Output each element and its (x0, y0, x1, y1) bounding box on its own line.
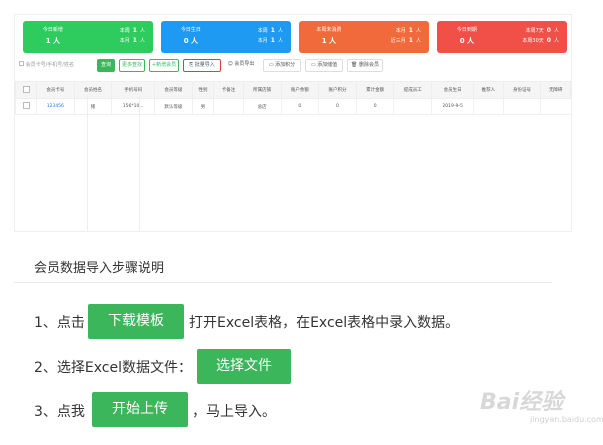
query-button[interactable]: 查询 (97, 59, 115, 72)
card-value: 0 人 (459, 37, 475, 45)
step1-suffix: 打开Excel表格，在Excel表格中录入数据。 (189, 315, 460, 331)
advanced-search-button[interactable]: 更多查找 (119, 59, 145, 72)
stat-card: 今日生日 0 人 本周 1 人本月 1 人 (161, 21, 291, 53)
table-cell: 猪 (73, 98, 112, 115)
card-value: 1 人 (45, 37, 61, 45)
card-label: 今日到期 (456, 27, 477, 33)
table-cell: 默认等级 (154, 98, 193, 115)
column-header[interactable]: 累计金额 (355, 81, 395, 99)
card-label: 今日生日 (180, 27, 201, 33)
card-label: 本周未消费 (316, 27, 342, 33)
column-header[interactable]: 推荐人 (473, 81, 504, 99)
delete-member-button[interactable]: 🗑 删除会员 (347, 59, 383, 72)
card-row1: 本月 1 人 (395, 27, 421, 34)
column-divider (139, 95, 140, 231)
search-input[interactable]: 会员卡号/手机号/姓名 (19, 61, 74, 68)
column-header[interactable]: 性别 (191, 81, 215, 99)
card-label: 今日新增 (42, 27, 63, 33)
table-cell: 0 (318, 98, 357, 115)
stat-card: 今日到期 0 人 本周7天 0 人本周30天 0 人 (437, 21, 567, 53)
card-row2: 本月 1 人 (257, 37, 283, 44)
add-member-button[interactable]: +新增会员 (149, 59, 179, 72)
step2-prefix: 2、选择Excel数据文件： (34, 360, 192, 376)
trash-icon: 🗑 (351, 62, 358, 68)
column-header[interactable]: 会员姓名 (73, 81, 113, 99)
select-all-cell[interactable] (15, 81, 37, 99)
table-cell: 2019-9-5 (431, 98, 474, 115)
card-value: 1 人 (321, 37, 337, 45)
step1-prefix: 1、点击 (34, 315, 85, 331)
row-checkbox[interactable] (22, 102, 30, 109)
table-cell (393, 98, 432, 115)
column-header[interactable]: 账户积分 (318, 81, 357, 99)
table-cell: 男 (191, 98, 214, 115)
import-icon: ⎘ (189, 62, 194, 68)
column-header[interactable]: 身份证号 (502, 81, 542, 99)
card-value: 0 人 (183, 37, 199, 45)
card-row2: 近三月 1 人 (390, 37, 421, 44)
download-template-button[interactable]: 下载模板 (88, 304, 184, 339)
card-row2: 本周30天 0 人 (522, 37, 559, 44)
member-admin-screenshot: 今日新增 1 人本周 1 人本月 1 人今日生日 0 人本周 1 人本月 1 人本周未消费 1 人本月… (14, 14, 572, 232)
step3-prefix: 3、点我 (34, 404, 85, 420)
table-cell: 0 (355, 98, 394, 115)
table-cell (213, 98, 244, 115)
select-all-checkbox[interactable] (22, 85, 30, 93)
table-cell (540, 98, 571, 115)
card-row1: 本周 1 人 (257, 27, 283, 34)
table-cell: 总店 (242, 98, 281, 115)
card-row1: 本周7天 0 人 (525, 27, 559, 34)
column-header[interactable]: 会员等级 (154, 81, 193, 99)
row-select-cell[interactable] (15, 98, 37, 115)
column-header[interactable]: 卡备注 (213, 81, 244, 99)
export-button[interactable]: ☺ 会员导出 (225, 59, 257, 70)
card-row2: 本月 1 人 (119, 37, 145, 44)
search-checkbox (19, 61, 24, 66)
batch-import-button[interactable]: ⎘ 批量导入 (183, 59, 221, 72)
member-table: 会员卡号 会员姓名 手机号码 会员等级 性别 卡备注 所属店铺 账户余额 账户积分 累计金额 提成员… (15, 81, 571, 115)
card-row1: 本周 1 人 (119, 27, 145, 34)
column-divider (87, 95, 88, 231)
table-cell (502, 98, 541, 115)
table-cell[interactable]: 123456 (36, 98, 75, 115)
table-row[interactable]: 123456 猪 156*10... 默认等级男总店 0 0 0 2019-9-5 (15, 98, 571, 115)
stat-card: 本周未消费 1 人 本月 1 人近三月 1 人 (299, 21, 429, 53)
column-header[interactable]: 提成员工 (393, 81, 433, 99)
user-icon: ☺ (227, 61, 233, 67)
start-upload-button[interactable]: 开始上传 (92, 392, 188, 427)
column-header[interactable]: 所属店铺 (242, 81, 282, 99)
divider (14, 282, 552, 283)
member-toolbar: 会员卡号/手机号/姓名 查询 更多查找 +新增会员 ⎘ 批量导入 ☺ 会员导出 … (15, 58, 571, 74)
column-header[interactable]: 手机号码 (111, 81, 156, 99)
stat-card: 今日新增 1 人 本周 1 人本月 1 人 (23, 21, 153, 53)
column-header[interactable]: 会员生日 (431, 81, 475, 99)
instructions-heading: 会员数据导入步骤说明 (34, 261, 165, 276)
add-points-button[interactable]: ▭ 添加积分 (263, 59, 301, 72)
card-icon: ▭ (310, 62, 316, 68)
watermark-url: jingyan.baidu.com (530, 415, 603, 424)
table-cell (473, 98, 504, 115)
step3-suffix: ，马上导入。 (192, 404, 276, 420)
table-cell: 0 (280, 98, 319, 115)
add-stored-value-button[interactable]: ▭ 添加储值 (305, 59, 343, 72)
column-header[interactable]: 账户余额 (280, 81, 320, 99)
baidu-watermark: Bai经验 (480, 390, 564, 415)
column-header[interactable]: 无障碍 (540, 81, 571, 99)
choose-file-button[interactable]: 选择文件 (197, 349, 291, 384)
table-cell: 156*10... (111, 98, 155, 115)
column-header[interactable]: 会员卡号 (36, 81, 75, 99)
card-icon: ▭ (268, 62, 274, 68)
